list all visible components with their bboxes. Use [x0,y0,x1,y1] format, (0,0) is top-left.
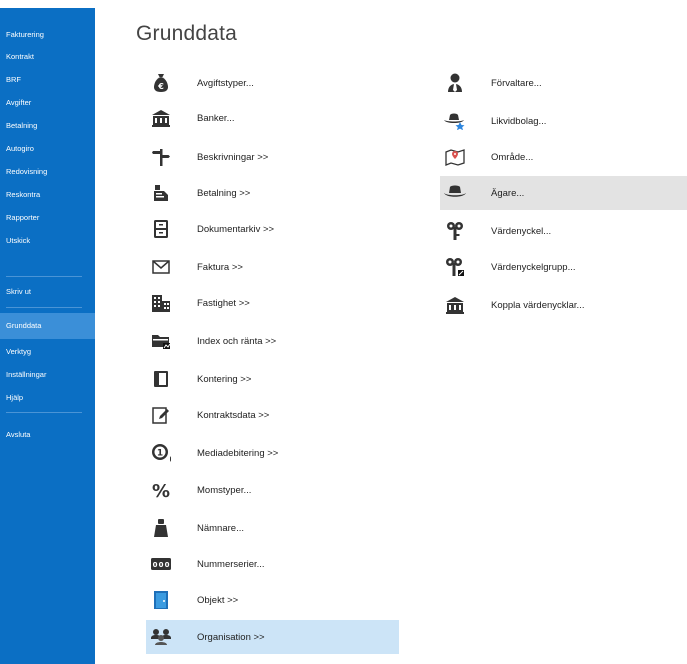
menu-item-label: Banker... [197,112,235,124]
menu-item-label: Momstyper... [197,484,252,496]
sidebar-item-grunddata[interactable]: Grunddata [0,313,95,339]
sidebar-item-fakturering[interactable]: Fakturering [0,24,95,46]
menu-item-namnare[interactable]: Nämnare... [146,511,399,545]
manager-person-icon [443,71,467,95]
menu-item-label: Mediadebitering >> [197,447,279,459]
percent-icon: % [149,478,173,502]
envelope-icon [149,255,173,279]
menu-item-label: Objekt >> [197,594,239,606]
menu-item-betalning[interactable]: Betalning >> [146,176,399,210]
sidebar-item-brf[interactable]: BRF [0,69,95,91]
menu-item-label: Likvidbolag... [491,115,547,127]
menu-item-organisation[interactable]: Organisation >> [146,620,399,654]
svg-text:0: 0 [165,561,170,569]
menu-item-momstyper[interactable]: % Momstyper... [146,473,399,507]
menu-item-label: Organisation >> [197,631,265,643]
key-icon [443,219,467,243]
sidebar-nav: Fakturering Kontrakt BRF Avgifter Betaln… [0,8,95,664]
sidebar-item-autogiro[interactable]: Autogiro [0,138,95,160]
menu-item-label: Betalning >> [197,187,251,199]
sidebar-divider [6,412,82,413]
menu-item-kontering[interactable]: Kontering >> [146,362,399,396]
svg-text:0: 0 [159,561,164,569]
menu-item-nummerserier[interactable]: 000 Nummerserier... [146,547,399,581]
sidebar-item-avgifter[interactable]: Avgifter [0,92,95,114]
map-pin-icon [443,145,467,169]
sidebar-item-reskontra[interactable]: Reskontra [0,184,95,206]
folder-chart-icon [149,329,173,353]
menu-item-banker[interactable]: Banker... [146,101,399,135]
sidebar-item-rapporter[interactable]: Rapporter [0,207,95,229]
file-cabinet-icon [149,217,173,241]
ledger-book-icon [149,367,173,391]
menu-item-kontraktsdata[interactable]: Kontraktsdata >> [146,398,399,432]
menu-item-forvaltare[interactable]: Förvaltare... [440,66,687,100]
sidebar-divider [6,276,82,277]
svg-text:0: 0 [153,561,158,569]
menu-item-vardenyckelgrupp[interactable]: Värdenyckelgrupp... [440,250,687,284]
menu-item-omrade[interactable]: Område... [440,140,687,174]
svg-text:%: % [152,481,170,499]
menu-item-likvidbolag[interactable]: Likvidbolag... [440,104,687,138]
menu-item-label: Avgiftstyper... [197,77,254,89]
menu-item-label: Område... [491,151,534,163]
menu-item-label: Värdenyckelgrupp... [491,261,576,273]
sidebar-item-verktyg[interactable]: Verktyg [0,341,95,363]
menu-item-label: Fastighet >> [197,297,250,309]
sidebar-item-kontrakt[interactable]: Kontrakt [0,46,95,68]
bank-link-icon [443,293,467,317]
menu-item-beskrivningar[interactable]: Beskrivningar >> [146,140,399,174]
weight-icon [149,516,173,540]
menu-item-label: Kontering >> [197,373,252,385]
cash-register-icon [149,181,173,205]
signpost-icon [149,145,173,169]
sidebar-item-hjalp[interactable]: Hjälp [0,387,95,409]
menu-item-label: Värdenyckel... [491,225,552,237]
key-group-icon [443,255,467,279]
sidebar-item-avsluta[interactable]: Avsluta [0,424,95,446]
menu-item-label: Index och ränta >> [197,335,277,347]
buildings-icon [149,291,173,315]
menu-item-label: Nummerserier... [197,558,265,570]
sidebar-item-redovisning[interactable]: Redovisning [0,161,95,183]
sidebar-item-utskick[interactable]: Utskick [0,230,95,252]
menu-item-avgiftstyper[interactable]: € Avgiftstyper... [146,66,399,100]
hat-icon [443,181,467,205]
menu-item-mediadebitering[interactable]: 1 Mediadebitering >> [146,436,399,470]
meter-icon: 1 [149,441,173,465]
menu-item-index-och-ranta[interactable]: Index och ränta >> [146,324,399,358]
number-counter-icon: 000 [149,552,173,576]
bank-icon [149,106,173,130]
menu-item-label: Ägare... [491,187,525,199]
menu-item-label: Beskrivningar >> [197,151,269,163]
menu-item-label: Faktura >> [197,261,243,273]
menu-item-objekt[interactable]: Objekt >> [146,583,399,617]
menu-item-agare[interactable]: Ägare... [440,176,687,210]
sidebar-item-installningar[interactable]: Inställningar [0,364,95,386]
menu-item-faktura[interactable]: Faktura >> [146,250,399,284]
people-group-icon [149,625,173,649]
sidebar-divider [6,307,82,308]
money-bag-euro-icon: € [149,71,173,95]
menu-item-dokumentarkiv[interactable]: Dokumentarkiv >> [146,212,399,246]
svg-text:1: 1 [157,449,163,459]
document-edit-icon [149,403,173,427]
page-title: Grunddata [136,22,238,45]
svg-text:€: € [157,82,164,91]
menu-item-label: Dokumentarkiv >> [197,223,275,235]
menu-item-label: Kontraktsdata >> [197,409,270,421]
sidebar-item-betalning[interactable]: Betalning [0,115,95,137]
sidebar-item-skriv-ut[interactable]: Skriv ut [0,281,95,303]
hat-star-icon [443,109,467,133]
menu-item-label: Förvaltare... [491,77,542,89]
menu-item-label: Koppla värdenycklar... [491,299,585,311]
menu-item-label: Nämnare... [197,522,244,534]
menu-item-fastighet[interactable]: Fastighet >> [146,286,399,320]
menu-item-koppla-vardenycklar[interactable]: Koppla värdenycklar... [440,288,687,322]
menu-item-vardenyckel[interactable]: Värdenyckel... [440,214,687,248]
door-icon [149,588,173,612]
